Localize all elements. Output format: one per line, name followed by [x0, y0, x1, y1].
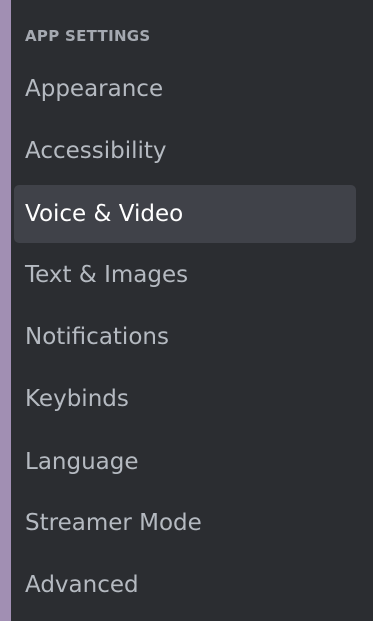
settings-sidebar: APP SETTINGS Appearance Accessibility Vo… — [11, 0, 373, 621]
sidebar-item-advanced[interactable]: Advanced — [14, 556, 356, 614]
sidebar-item-text-images[interactable]: Text & Images — [14, 246, 356, 304]
sidebar-item-appearance[interactable]: Appearance — [14, 60, 356, 118]
sidebar-item-voice-video[interactable]: Voice & Video — [14, 185, 356, 243]
sidebar-item-keybinds[interactable]: Keybinds — [14, 370, 356, 428]
sidebar-item-streamer-mode[interactable]: Streamer Mode — [14, 494, 356, 552]
sidebar-item-accessibility[interactable]: Accessibility — [14, 122, 356, 180]
sidebar-item-language[interactable]: Language — [14, 433, 356, 491]
sidebar-item-notifications[interactable]: Notifications — [14, 308, 356, 366]
section-header-app-settings: APP SETTINGS — [25, 27, 151, 45]
